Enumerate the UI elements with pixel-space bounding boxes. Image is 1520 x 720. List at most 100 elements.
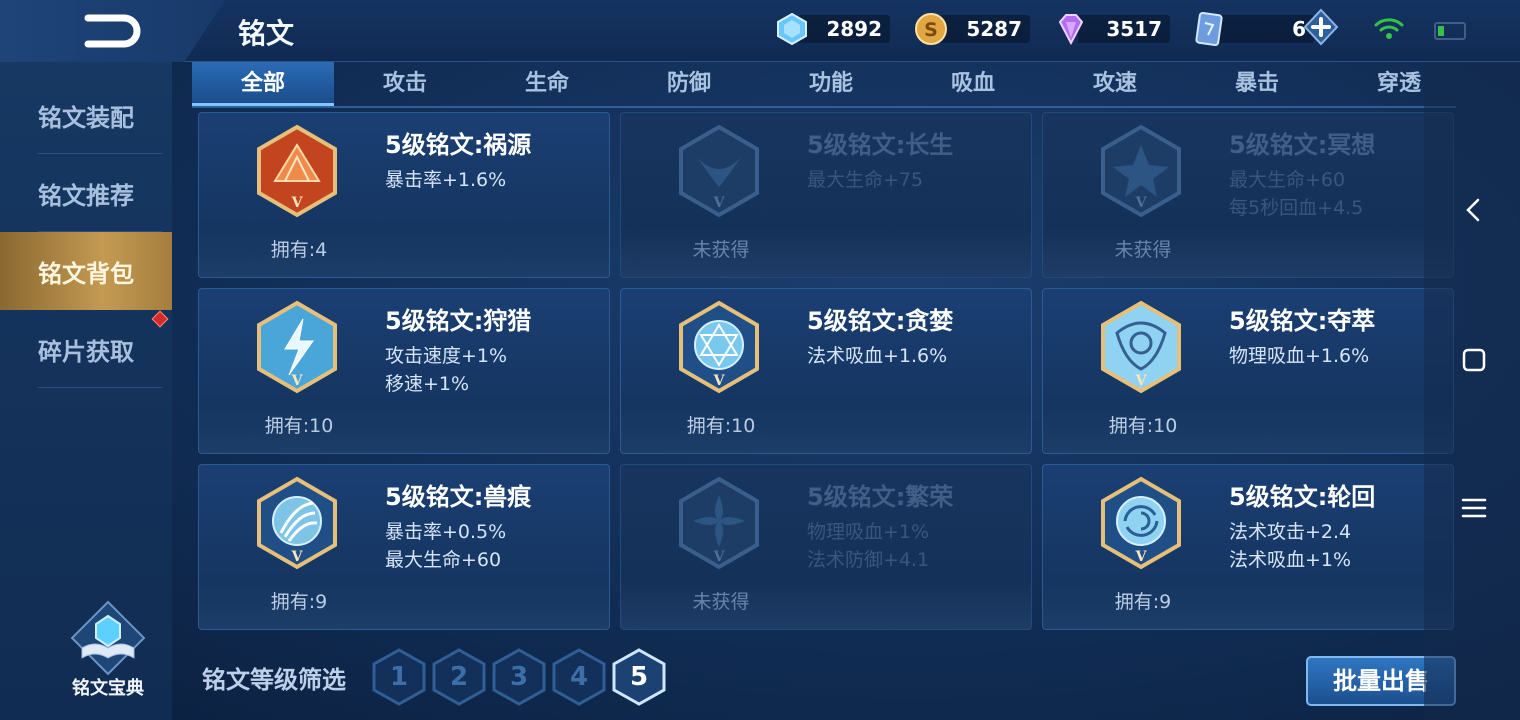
rune-stat: 法术攻击+2.4 — [1229, 521, 1352, 543]
rune-owned-count: 拥有:4 — [270, 239, 328, 261]
rune-name: 5级铭文:夺萃 — [1229, 307, 1376, 335]
rune-codex-label: 铭文宝典 — [72, 678, 144, 699]
rune-card-mingxiang[interactable]: V 5级铭文:冥想 最大生命+60 每5秒回血+4.5 未获得 — [1042, 112, 1454, 278]
rune-stat: 法术吸血+1.6% — [807, 345, 948, 367]
wifi-icon — [1374, 18, 1404, 39]
sidebar-item-rune-equip[interactable]: 铭文装配 — [0, 76, 172, 154]
rune-owned-count: 拥有:10 — [686, 415, 756, 437]
whale-tail-emblem-icon: V — [679, 124, 759, 218]
rune-stat: 法术吸血+1% — [1229, 549, 1352, 571]
crystal-value: 2892 — [798, 15, 890, 43]
rune-card-fanrong[interactable]: V 5级铭文:繁荣 物理吸血+1% 法术防御+4.1 未获得 — [620, 464, 1032, 630]
sidebar-item-label: 铭文装配 — [38, 103, 134, 132]
level-filter-3[interactable]: 3 — [492, 648, 546, 706]
crystal-currency: 2892 — [776, 12, 890, 46]
rune-owned-count: 拥有:9 — [1114, 591, 1172, 613]
level-number: 1 — [389, 662, 409, 692]
svg-text:V: V — [713, 373, 726, 389]
book-icon — [70, 600, 146, 676]
tab-attack[interactable]: 攻击 — [334, 62, 476, 106]
rune-card-tanlan[interactable]: V 5级铭文:贪婪 法术吸血+1.6% 拥有:10 — [620, 288, 1032, 454]
level-number: 4 — [569, 662, 589, 692]
rune-name: 5级铭文:轮回 — [1229, 483, 1376, 511]
rune-card-duocui[interactable]: V 5级铭文:夺萃 物理吸血+1.6% 拥有:10 — [1042, 288, 1454, 454]
card-icon — [1195, 12, 1223, 46]
star-emblem-icon: V — [1101, 124, 1181, 218]
diamond-icon — [1058, 14, 1084, 46]
rune-stat: 移速+1% — [385, 373, 470, 395]
level-filter-5[interactable]: 5 — [612, 648, 666, 706]
svg-text:S: S — [924, 19, 938, 41]
level-number: 5 — [629, 662, 649, 692]
rune-stat: 最大生命+60 — [1229, 169, 1346, 191]
red-fan-emblem-icon: V — [257, 124, 337, 218]
sidebar-item-label: 碎片获取 — [38, 337, 134, 366]
back-button[interactable] — [0, 0, 225, 62]
tab-all[interactable]: 全部 — [192, 62, 334, 106]
rune-owned-count: 拥有:10 — [1108, 415, 1178, 437]
rune-card-shouhen[interactable]: V 5级铭文:兽痕 暴击率+0.5% 最大生命+60 拥有:9 — [198, 464, 610, 630]
svg-text:V: V — [713, 195, 726, 211]
gold-coin-icon: S — [915, 13, 947, 45]
rune-stat: 暴击率+0.5% — [385, 521, 507, 543]
rune-owned-count: 拥有:10 — [264, 415, 334, 437]
card-value: 6 — [1214, 15, 1314, 43]
add-currency-button[interactable] — [1302, 8, 1340, 46]
sidebar-item-label: 铭文背包 — [38, 259, 134, 288]
rune-name: 5级铭文:贪婪 — [807, 307, 954, 335]
rune-card-huoyuan[interactable]: V 5级铭文:祸源 暴击率+1.6% 拥有:4 — [198, 112, 610, 278]
svg-text:V: V — [291, 195, 304, 211]
rune-name: 5级铭文:繁荣 — [807, 483, 954, 511]
rune-stat: 最大生命+75 — [807, 169, 924, 191]
tab-defense[interactable]: 防御 — [618, 62, 760, 106]
diamond-currency: 3517 — [1054, 12, 1170, 46]
sidebar-item-fragment-obtain[interactable]: 碎片获取 — [0, 310, 172, 388]
sidebar-item-rune-recommend[interactable]: 铭文推荐 — [0, 154, 172, 232]
swirl-emblem-icon: V — [1101, 476, 1181, 570]
sidebar-item-label: 铭文推荐 — [38, 181, 134, 210]
rune-card-shoulie[interactable]: V 5级铭文:狩猎 攻击速度+1% 移速+1% 拥有:10 — [198, 288, 610, 454]
tab-lifesteal[interactable]: 吸血 — [902, 62, 1044, 106]
lightning-emblem-icon: V — [257, 300, 337, 394]
top-bar: 铭文 2892 S 5287 3517 6 — [0, 0, 1520, 62]
rune-stat: 物理吸血+1.6% — [1229, 345, 1370, 367]
level-filter-2[interactable]: 2 — [432, 648, 486, 706]
rune-card-lunhui[interactable]: V 5级铭文:轮回 法术攻击+2.4 法术吸血+1% 拥有:9 — [1042, 464, 1454, 630]
rune-stat: 暴击率+1.6% — [385, 169, 507, 191]
sidebar-item-rune-bag[interactable]: 铭文背包 — [0, 232, 172, 310]
rune-card-changsheng[interactable]: V 5级铭文:长生 最大生命+75 未获得 — [620, 112, 1032, 278]
rune-name: 5级铭文:冥想 — [1229, 131, 1376, 159]
svg-text:V: V — [713, 549, 726, 565]
svg-text:V: V — [1135, 549, 1148, 565]
flower-emblem-icon: V — [679, 476, 759, 570]
level-filter-1[interactable]: 1 — [372, 648, 426, 706]
tab-utility[interactable]: 功能 — [760, 62, 902, 106]
rune-codex-button[interactable]: 铭文宝典 — [60, 600, 156, 710]
rune-stat: 物理吸血+1% — [807, 521, 930, 543]
level-number: 2 — [449, 662, 469, 692]
card-currency: 6 — [1194, 12, 1314, 46]
rune-name: 5级铭文:祸源 — [385, 131, 532, 159]
tab-health[interactable]: 生命 — [476, 62, 618, 106]
crystal-icon — [777, 12, 807, 46]
level-filter-label: 铭文等级筛选 — [202, 666, 346, 694]
rune-name: 5级铭文:兽痕 — [385, 483, 532, 511]
level-number: 3 — [509, 662, 529, 692]
level-filter-4[interactable]: 4 — [552, 648, 606, 706]
rune-owned-count: 未获得 — [1114, 239, 1172, 261]
svg-text:V: V — [1135, 373, 1148, 389]
diamond-value: 3517 — [1078, 15, 1170, 43]
nav-back-icon[interactable] — [1460, 196, 1488, 224]
back-arrow-icon — [84, 14, 141, 48]
system-nav-bar — [1424, 62, 1520, 720]
rune-owned-count: 未获得 — [692, 591, 750, 613]
page-title: 铭文 — [238, 17, 295, 50]
nav-home-icon[interactable] — [1460, 346, 1488, 374]
tab-attack-speed[interactable]: 攻速 — [1044, 62, 1186, 106]
tab-critical[interactable]: 暴击 — [1186, 62, 1328, 106]
svg-text:V: V — [1135, 195, 1148, 211]
gold-value: 5287 — [938, 15, 1030, 43]
hexagram-emblem-icon: V — [679, 300, 759, 394]
nav-menu-icon[interactable] — [1460, 494, 1488, 522]
svg-text:V: V — [291, 373, 304, 389]
